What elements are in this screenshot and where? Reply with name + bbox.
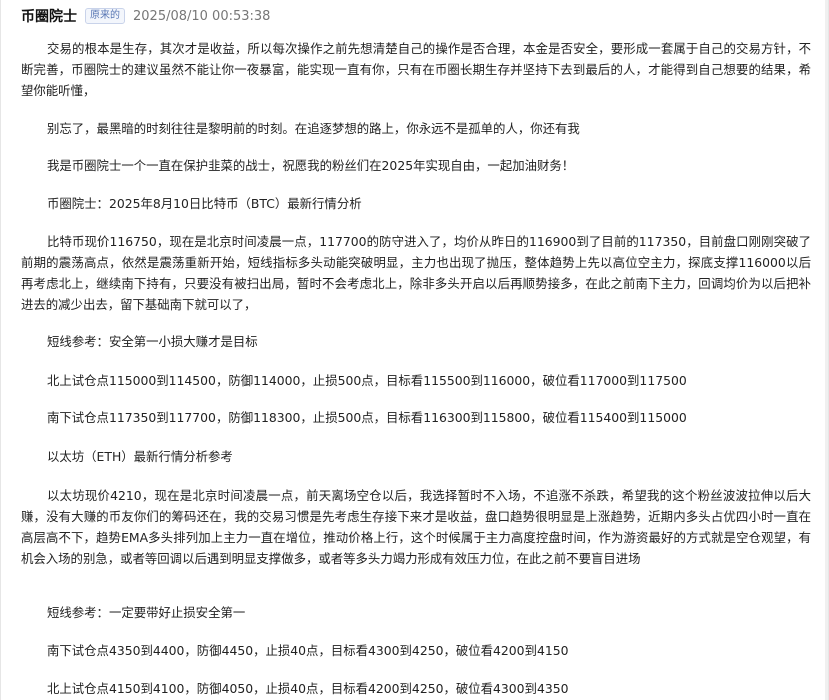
author-name[interactable]: 币圈院士 [21, 6, 77, 26]
scrollbar-track[interactable] [825, 0, 828, 700]
eth-analysis-paragraph: 以太坊现价4210，现在是北京时间凌晨一点，前天离场空仓以后，我选择暂时不入场，… [21, 488, 811, 566]
btc-section-title: 币圈院士：2025年8月10日比特币（BTC）最新行情分析 [47, 196, 362, 211]
post-meta: 币圈院士 原来的 2025/08/10 00:53:38 [21, 6, 270, 26]
article-paragraph-intro: 交易的根本是生存，其次才是收益，所以每次操作之前先想清楚自己的操作是否合理，本金… [21, 41, 811, 98]
original-badge: 原来的 [85, 8, 125, 24]
eth-section-title: 以太坊（ETH）最新行情分析参考 [47, 449, 233, 464]
eth-long-setup: 北上试仓点4150到4100，防御4050，止损40点，目标看4200到4250… [47, 681, 569, 696]
eth-short-setup: 南下试仓点4350到4400，防御4450，止损40点，目标看4300到4250… [47, 643, 569, 658]
btc-analysis-paragraph: 比特币现价116750，现在是北京时间凌晨一点，117700的防守进入了，均价从… [21, 234, 811, 312]
article-paragraph-self-intro: 我是币圈院士一个一直在保护韭菜的战士，祝愿我的粉丝们在2025年实现自由，一起加… [47, 158, 575, 173]
btc-short-setup: 南下试仓点117350到117700，防御118300，止损500点，目标看11… [47, 410, 687, 425]
article-page: 币圈院士 原来的 2025/08/10 00:53:38 交易的根本是生存，其次… [0, 0, 829, 700]
article-paragraph-motivation: 别忘了，最黑暗的时刻往往是黎明前的时刻。在追逐梦想的路上，你永远不是孤单的人，你… [47, 121, 580, 136]
btc-short-term-heading: 短线参考：安全第一小损大赚才是目标 [47, 334, 258, 349]
btc-long-setup: 北上试仓点115000到114500，防御114000，止损500点，目标看11… [47, 373, 687, 388]
eth-short-term-heading: 短线参考：一定要带好止损安全第一 [47, 605, 246, 620]
post-timestamp: 2025/08/10 00:53:38 [133, 8, 271, 24]
